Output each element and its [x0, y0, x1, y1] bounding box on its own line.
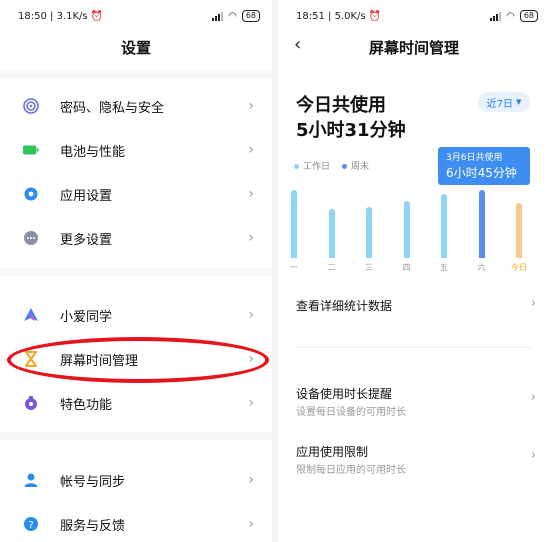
battery-level: 68 [519, 10, 538, 22]
chart-day-label-3: 四 [402, 263, 411, 272]
chart-bar-6[interactable] [516, 203, 522, 258]
chevron-right-icon: › [530, 448, 536, 463]
settings-screen: 18:50 | 3.1K/s ⏰ ◠ 68 设置 密码、隐私与安全 › 电池与性… [0, 0, 272, 542]
settings-item-account[interactable]: 帐号与同步 › [0, 460, 272, 500]
chevron-right-icon: › [248, 395, 254, 411]
today-usage-value: 5小时31分钟 [296, 120, 406, 141]
status-time: 18:51 [296, 10, 325, 22]
chart-day-label-1: 二 [327, 263, 336, 272]
more-dots-icon [23, 230, 39, 246]
help-icon: ? [23, 516, 39, 532]
chart-day-label-6: 今日 [511, 263, 527, 272]
chevron-right-icon: › [248, 516, 254, 532]
chevron-right-icon: › [530, 390, 536, 405]
fingerprint-icon [23, 98, 39, 114]
row-subtitle: 设置每日设备的可用时长 [296, 407, 406, 418]
chart-bar-5[interactable] [478, 190, 485, 258]
signal-icon [212, 11, 224, 21]
battery-level: 68 [241, 10, 260, 22]
row-divider [296, 347, 532, 348]
settings-item-label: 更多设置 [60, 232, 113, 248]
settings-item-xiaoai[interactable]: 小爱同学 › [0, 295, 272, 335]
xiaoai-icon [23, 307, 39, 323]
tooltip-date: 3月6日共使用 [446, 153, 503, 163]
group-divider [0, 70, 272, 78]
settings-item-privacy[interactable]: 密码、隐私与安全 › [0, 86, 272, 126]
settings-item-battery[interactable]: 电池与性能 › [0, 130, 272, 170]
chevron-right-icon: › [530, 296, 536, 311]
page-title: 屏幕时间管理 [368, 39, 459, 57]
row-title: 查看详细统计数据 [296, 299, 393, 313]
tooltip-value: 6小时45分钟 [446, 166, 517, 180]
svg-text:?: ? [28, 520, 33, 531]
settings-item-label: 电池与性能 [60, 144, 126, 160]
usage-bar-chart: 一 二 三 四 五 六 今日 [290, 178, 538, 272]
highlight-annotation [7, 337, 269, 383]
chart-bar-0[interactable] [291, 190, 297, 258]
settings-item-label: 特色功能 [60, 397, 113, 413]
chevron-right-icon: › [248, 307, 254, 323]
chart-day-label-0: 一 [290, 263, 298, 272]
group-divider [0, 268, 272, 276]
chart-bar-4[interactable] [441, 194, 447, 258]
wifi-icon: ◠ [506, 10, 515, 22]
chart-legend: 工作日 周末 [294, 159, 369, 172]
chart-bar-2[interactable] [366, 207, 372, 258]
chevron-right-icon: › [248, 98, 254, 114]
settings-item-label: 密码、隐私与安全 [60, 100, 165, 116]
today-usage-label: 今日共使用 [296, 95, 386, 116]
row-subtitle: 限制每日应用的可用时长 [296, 465, 406, 476]
range-dropdown[interactable]: 近7日 ▼ [478, 92, 530, 112]
app-limit-row[interactable]: 应用使用限制 限制每日应用的可用时长 › [278, 441, 550, 477]
group-divider [0, 432, 272, 440]
chart-day-label-5: 六 [477, 263, 486, 272]
status-bar: 18:50 | 3.1K/s ⏰ ◠ 68 [18, 8, 260, 24]
status-speed: 5.0K/s [334, 10, 366, 22]
alarm-icon: ⏰ [368, 10, 382, 22]
settings-item-more[interactable]: 更多设置 › [0, 218, 272, 258]
row-title: 应用使用限制 [296, 445, 369, 459]
chevron-right-icon: › [248, 186, 254, 202]
device-reminder-row[interactable]: 设备使用时长提醒 设置每日设备的可用时长 › [278, 383, 550, 419]
chart-bar-3[interactable] [403, 201, 410, 258]
legend-item-weekend: 周末 [342, 159, 369, 172]
settings-item-label: 帐号与同步 [60, 474, 126, 490]
chart-bar-1[interactable] [328, 209, 335, 258]
chart-tooltip: 3月6日共使用 6小时45分钟 [438, 147, 530, 185]
chevron-right-icon: › [248, 472, 254, 488]
signal-icon [490, 11, 502, 21]
chart-day-label-2: 三 [365, 263, 373, 272]
screen-time-screen: 18:51 | 5.0K/s ⏰ ◠ 68 ‹ 屏幕时间管理 今日共使用 5小时… [278, 0, 550, 542]
settings-item-label: 服务与反馈 [60, 518, 126, 534]
settings-item-features[interactable]: 特色功能 › [0, 383, 272, 423]
settings-item-label: 应用设置 [60, 188, 113, 204]
legend-item-weekday: 工作日 [294, 159, 330, 172]
chevron-down-icon: ▼ [515, 98, 522, 106]
gear-icon [23, 186, 39, 202]
settings-item-feedback[interactable]: ? 服务与反馈 › [0, 504, 272, 542]
detail-stats-row[interactable]: 查看详细统计数据 › [278, 294, 550, 318]
status-time: 18:50 [18, 10, 47, 22]
chevron-right-icon: › [248, 230, 254, 246]
status-bar: 18:51 | 5.0K/s ⏰ ◠ 68 [296, 8, 538, 24]
wifi-icon: ◠ [228, 10, 237, 22]
page-title: 设置 [120, 39, 151, 57]
range-label: 近7日 [486, 98, 513, 110]
settings-item-label: 小爱同学 [60, 309, 113, 325]
chevron-right-icon: › [248, 142, 254, 158]
row-title: 设备使用时长提醒 [296, 387, 393, 401]
settings-item-apps[interactable]: 应用设置 › [0, 174, 272, 214]
battery-icon [23, 142, 39, 158]
status-speed: 3.1K/s [56, 10, 88, 22]
chart-day-label-4: 五 [440, 263, 448, 272]
feature-icon [23, 395, 39, 411]
person-icon [23, 472, 39, 488]
alarm-icon: ⏰ [90, 10, 104, 22]
